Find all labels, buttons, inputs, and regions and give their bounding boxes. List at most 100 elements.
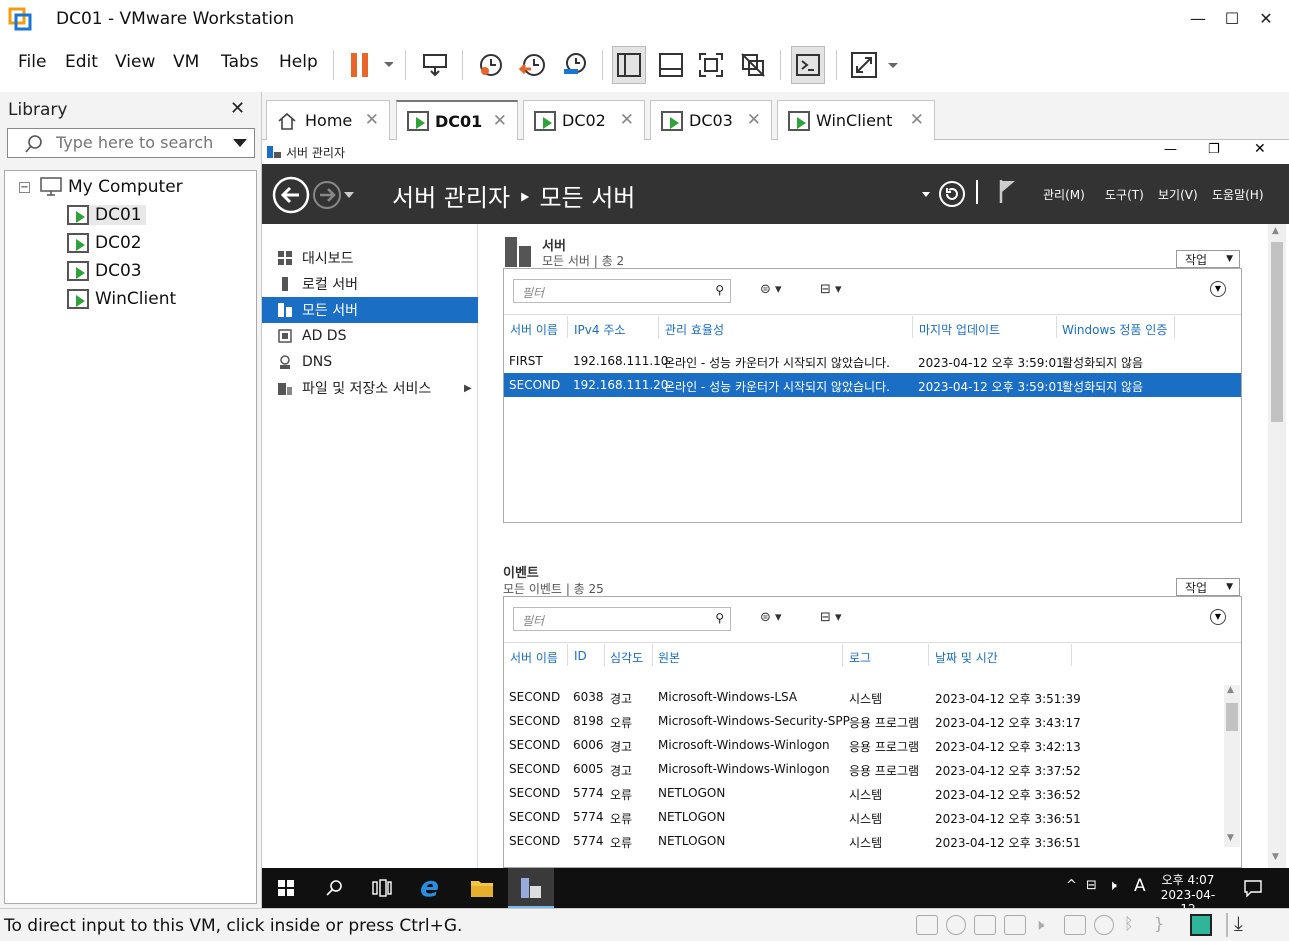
message-log-icon[interactable] <box>1190 914 1212 936</box>
nav-file-storage[interactable]: 파일 및 저장소 서비스 ▶ <box>262 375 478 401</box>
scroll-up-icon[interactable]: ▲ <box>1272 226 1279 236</box>
list-options-icon[interactable]: ⊜ ▾ <box>760 282 782 297</box>
revert-snapshot-button[interactable] <box>516 46 550 84</box>
cd-dvd-icon[interactable] <box>946 915 966 935</box>
col-severity[interactable]: 심각도 <box>610 649 643 666</box>
events-tasks-button[interactable]: 작업 ▼ <box>1176 578 1240 596</box>
col-server-name[interactable]: 서버 이름 <box>510 649 558 666</box>
volume-muted-icon[interactable]: 🕨 <box>1108 878 1117 894</box>
close-icon[interactable]: ✕ <box>620 110 634 130</box>
scroll-down-icon[interactable]: ▼ <box>1272 852 1279 862</box>
sound-icon[interactable]: 🕨 <box>1034 915 1044 935</box>
pause-button[interactable] <box>344 46 396 84</box>
internet-explorer-icon[interactable]: e <box>420 870 439 903</box>
server-row[interactable]: FIRST 192.168.111.10 온라인 - 성능 카운터가 시작되지 … <box>504 349 1241 373</box>
menu-vm[interactable]: VM <box>173 52 199 72</box>
vm-minimize-button[interactable]: — <box>1164 142 1177 157</box>
nav-all-servers[interactable]: 모든 서버 <box>262 297 478 323</box>
main-scrollbar[interactable]: ▲ ▼ <box>1268 224 1286 868</box>
full-screen-button[interactable] <box>694 46 728 84</box>
camera-icon[interactable] <box>1094 915 1114 935</box>
close-icon[interactable]: ✕ <box>910 110 924 130</box>
bluetooth-icon[interactable]: ᛒ <box>1124 914 1134 933</box>
hard-disk-icon[interactable] <box>916 915 938 935</box>
library-search-input[interactable] <box>56 133 226 152</box>
servers-filter-input[interactable]: 필터 ⚲ <box>513 279 731 303</box>
console-view-button[interactable] <box>791 46 825 84</box>
send-ctrl-alt-del-button[interactable] <box>418 46 452 84</box>
vm-close-button[interactable]: ✕ <box>1254 141 1266 157</box>
col-server-name[interactable]: 서버 이름 <box>510 321 558 338</box>
library-search-box[interactable] <box>7 128 255 158</box>
minimize-button[interactable]: — <box>1184 6 1212 32</box>
chevron-up-icon[interactable]: ^ <box>1066 878 1077 893</box>
history-dropdown-icon[interactable] <box>344 192 354 198</box>
nav-dns[interactable]: DNS <box>262 349 478 375</box>
download-icon[interactable]: ⤓ <box>1234 911 1243 935</box>
forward-arrow-icon[interactable] <box>312 180 342 210</box>
menu-view[interactable]: View <box>115 52 155 72</box>
action-center-icon[interactable] <box>1244 879 1262 897</box>
nav-local-server[interactable]: 로컬 서버 <box>262 271 478 297</box>
dropdown-icon[interactable] <box>922 192 930 197</box>
printer-icon[interactable] <box>1004 915 1026 935</box>
tree-root-my-computer[interactable]: − My Computer <box>19 177 183 197</box>
tab-home[interactable]: Home ✕ <box>266 100 390 140</box>
back-arrow-icon[interactable] <box>272 176 310 214</box>
display-icon[interactable]: } <box>1154 914 1164 933</box>
nav-dashboard[interactable]: 대시보드 <box>262 245 478 271</box>
scroll-up-icon[interactable]: ▲ <box>1227 685 1234 695</box>
scroll-thumb[interactable] <box>1226 703 1238 731</box>
scroll-thumb[interactable] <box>1271 242 1283 422</box>
menu-tabs[interactable]: Tabs <box>221 52 259 72</box>
menu-manage[interactable]: 관리(M) <box>1043 186 1085 203</box>
close-icon[interactable]: ✕ <box>365 110 379 130</box>
close-icon[interactable]: ✕ <box>747 110 761 130</box>
servers-tasks-button[interactable]: 작업 ▼ <box>1176 250 1240 268</box>
menu-edit[interactable]: Edit <box>65 52 98 72</box>
network-icon[interactable]: ⊟ <box>1086 878 1097 893</box>
show-library-button[interactable] <box>612 46 646 84</box>
event-row[interactable]: SECOND 5774 오류 NETLOGON 시스템 2023-04-12 오후 3:3… <box>504 781 1224 805</box>
network-adapter-icon[interactable] <box>974 915 996 935</box>
windows-start-icon[interactable] <box>278 880 294 896</box>
col-activation[interactable]: Windows 정품 인증 <box>1062 321 1167 338</box>
tree-vm-dc03[interactable]: DC03 <box>67 261 142 281</box>
maximize-button[interactable]: ☐ <box>1218 6 1246 32</box>
tree-vm-dc01[interactable]: DC01 <box>67 205 146 225</box>
task-view-icon[interactable] <box>372 879 392 897</box>
tab-dc03[interactable]: DC03 ✕ <box>650 100 772 140</box>
save-query-icon[interactable]: ⊟ ▾ <box>820 282 842 297</box>
server-row-selected[interactable]: SECOND 192.168.111.20 온라인 - 성능 카운터가 시작되지… <box>504 373 1241 397</box>
vm-screen[interactable]: 서버 관리자 — ❐ ✕ 서버 관리자 ‣ 모든 서버 관리(M) 도구(T) … <box>262 140 1289 916</box>
show-thumbnail-bar-button[interactable] <box>654 46 688 84</box>
refresh-icon[interactable] <box>938 180 966 208</box>
tree-vm-winclient[interactable]: WinClient <box>67 289 176 309</box>
col-date-time[interactable]: 날짜 및 시간 <box>935 649 998 666</box>
list-options-icon[interactable]: ⊜ ▾ <box>760 610 782 625</box>
ime-indicator[interactable]: A <box>1134 876 1146 896</box>
col-id[interactable]: ID <box>574 649 587 663</box>
taskbar-server-manager[interactable] <box>508 868 554 908</box>
event-row[interactable]: SECOND 6006 경고 Microsoft-Windows-Winlogon 응용… <box>504 733 1224 757</box>
save-query-icon[interactable]: ⊟ ▾ <box>820 610 842 625</box>
stretch-guest-button[interactable] <box>846 46 902 84</box>
event-row[interactable]: SECOND 6005 경고 Microsoft-Windows-Winlogon 응용… <box>504 757 1224 781</box>
close-button[interactable]: ✕ <box>1252 6 1280 32</box>
expand-icon[interactable]: ▼ <box>1210 609 1226 625</box>
nav-ad-ds[interactable]: AD DS <box>262 323 478 349</box>
chevron-down-icon[interactable] <box>233 139 247 147</box>
tab-dc01[interactable]: DC01 ✕ <box>396 100 518 140</box>
search-icon[interactable]: ⚲ <box>715 283 724 297</box>
search-icon[interactable] <box>326 879 344 897</box>
events-scrollbar[interactable]: ▲ ▼ <box>1224 685 1240 847</box>
menu-view[interactable]: 보기(V) <box>1158 186 1198 203</box>
col-last-update[interactable]: 마지막 업데이트 <box>919 321 1000 338</box>
event-row[interactable]: SECOND 8198 오류 Microsoft-Windows-Security-S… <box>504 709 1224 733</box>
col-source[interactable]: 원본 <box>658 649 680 666</box>
menu-help[interactable]: 도움말(H) <box>1212 186 1264 203</box>
event-row[interactable]: SECOND 5774 오류 NETLOGON 시스템 2023-04-12 오후 3:3… <box>504 805 1224 829</box>
menu-help[interactable]: Help <box>279 52 318 72</box>
take-snapshot-button[interactable] <box>474 46 508 84</box>
tab-dc02[interactable]: DC02 ✕ <box>523 100 645 140</box>
